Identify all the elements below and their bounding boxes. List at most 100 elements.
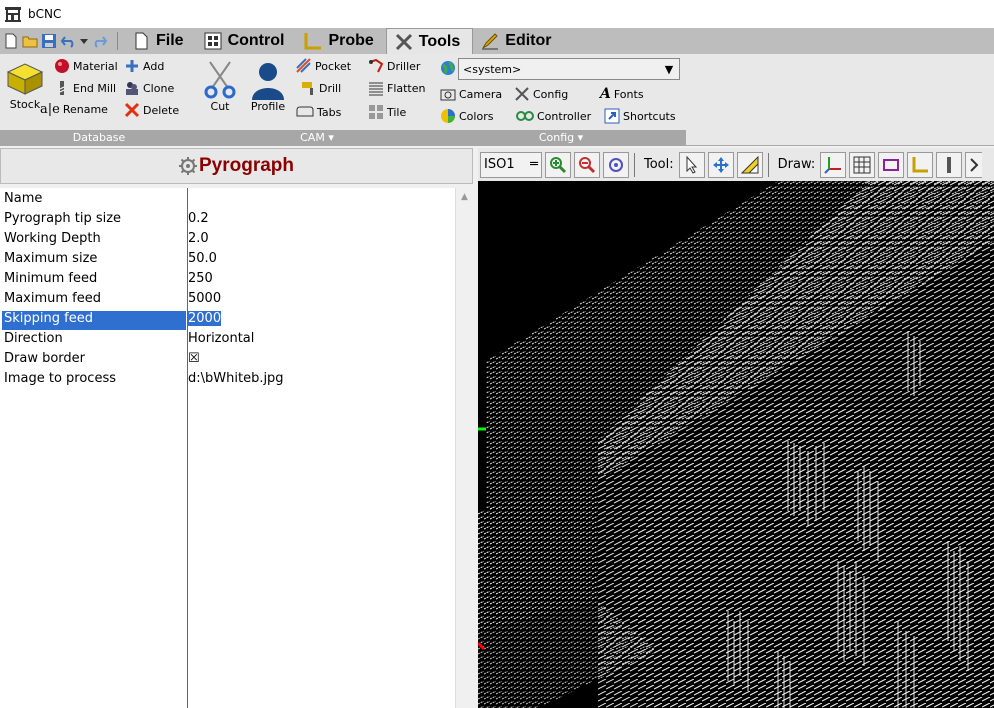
window-title: bCNC — [28, 7, 62, 21]
dropdown-arrow-icon: ▼ — [664, 62, 674, 76]
probe-icon — [304, 33, 322, 50]
select-tool-button[interactable] — [678, 151, 705, 178]
gcode-canvas[interactable] — [478, 181, 994, 708]
property-value[interactable] — [188, 191, 450, 210]
flatten-icon — [369, 82, 383, 96]
toolbar-separator — [767, 152, 769, 177]
clone-button[interactable]: Clone — [124, 80, 174, 96]
property-value[interactable]: d:\bWhiteb.jpg — [188, 371, 450, 390]
gear-icon — [178, 157, 197, 175]
tab-control[interactable]: Control — [196, 28, 297, 54]
workarea-toggle-button[interactable] — [936, 151, 963, 178]
fonts-button[interactable]: A Fonts — [600, 86, 644, 102]
add-button[interactable]: Add — [124, 58, 164, 74]
canvas-toolbar: ISO1 ═ Tool: Draw: — [478, 148, 994, 181]
shortcuts-icon — [604, 108, 620, 124]
drill-button[interactable]: Drill — [300, 80, 341, 96]
margins-toggle-button[interactable] — [878, 151, 905, 178]
property-value[interactable]: 250 — [188, 271, 450, 290]
property-row-minimum-feed[interactable]: Minimum feed 250 — [0, 270, 473, 290]
tab-editor[interactable]: Editor — [473, 28, 563, 54]
tool-label: Tool: — [644, 157, 674, 172]
clone-icon — [126, 82, 138, 95]
toolbar-separator — [117, 32, 118, 50]
control-icon — [204, 32, 222, 50]
property-value[interactable]: 0.2 — [188, 211, 450, 230]
config-group-label[interactable]: Config ▾ — [436, 130, 686, 146]
shortcuts-button[interactable]: Shortcuts — [604, 108, 676, 124]
open-folder-icon[interactable] — [22, 33, 38, 49]
zoom-fit-button[interactable] — [603, 151, 629, 178]
property-value[interactable]: 5000 — [188, 291, 450, 310]
cam-group-label[interactable]: CAM ▾ — [198, 130, 436, 146]
delete-icon — [124, 102, 140, 118]
material-button[interactable]: Material — [54, 58, 118, 74]
pocket-button[interactable]: Pocket — [296, 58, 351, 74]
properties-scrollbar[interactable]: ▲ — [455, 188, 473, 708]
system-select[interactable]: <system> ▼ — [458, 58, 680, 80]
property-row-draw-border[interactable]: Draw border ☒ — [0, 350, 473, 370]
title-bar: bCNC — [0, 0, 994, 28]
property-row-maximum-size[interactable]: Maximum size 50.0 — [0, 250, 473, 270]
delete-button[interactable]: Delete — [124, 102, 179, 118]
toolbar-separator — [634, 152, 635, 177]
property-row-name[interactable]: Name — [0, 190, 473, 210]
property-value[interactable]: Horizontal — [188, 331, 450, 350]
save-icon[interactable] — [41, 33, 57, 49]
tab-probe[interactable]: Probe — [296, 28, 385, 54]
ruler-tool-button[interactable] — [736, 151, 763, 178]
undo-icon[interactable] — [60, 33, 76, 49]
redo-icon[interactable] — [92, 33, 108, 49]
new-file-icon[interactable] — [3, 33, 19, 49]
controller-button[interactable]: Controller — [516, 108, 591, 124]
dropdown-arrow-icon[interactable] — [79, 33, 89, 49]
draw-label: Draw: — [777, 157, 816, 172]
tabs-button[interactable]: Tabs — [296, 104, 341, 120]
axes-toggle-button[interactable] — [820, 151, 847, 178]
flatten-button[interactable]: Flatten — [368, 80, 426, 96]
grid-toggle-button[interactable] — [849, 151, 876, 178]
cut-button[interactable]: Cut — [202, 60, 238, 113]
probe-toggle-button[interactable] — [907, 151, 934, 178]
scroll-up-icon[interactable]: ▲ — [456, 188, 473, 205]
controller-icon — [516, 111, 534, 121]
grid-icon — [853, 156, 871, 173]
rapid-toggle-button[interactable] — [965, 151, 983, 178]
property-row-working-depth[interactable]: Working Depth 2.0 — [0, 230, 473, 250]
driller-icon — [369, 58, 384, 73]
property-row-skipping-feed[interactable]: Skipping feed 2000 — [0, 310, 473, 330]
dropdown-line-icon: ═ — [530, 157, 538, 172]
rename-button[interactable]: a|e Rename — [40, 102, 108, 117]
tab-tools[interactable]: Tools — [385, 28, 474, 55]
tile-button[interactable]: Tile — [368, 104, 406, 120]
camera-button[interactable]: Camera — [440, 86, 502, 102]
property-value[interactable]: 2.0 — [188, 231, 450, 250]
zoom-in-button[interactable] — [545, 151, 571, 178]
driller-button[interactable]: Driller — [368, 58, 420, 74]
profile-button[interactable]: Profile — [248, 60, 288, 113]
rename-icon: a|e — [40, 102, 60, 117]
file-icon — [135, 32, 148, 50]
zoom-fit-icon — [609, 157, 623, 172]
draw-border-checkbox[interactable]: ☒ — [188, 351, 450, 370]
property-value[interactable]: 50.0 — [188, 251, 450, 270]
property-row-direction[interactable]: Direction Horizontal — [0, 330, 473, 350]
view-select[interactable]: ISO1 ═ — [480, 151, 542, 178]
pan-tool-button[interactable] — [707, 151, 734, 178]
property-value[interactable]: 2000 — [188, 311, 450, 330]
colors-button[interactable]: Colors — [440, 108, 493, 124]
camera-icon — [440, 89, 456, 101]
config-button[interactable]: Config — [514, 86, 568, 102]
zoom-out-button[interactable] — [574, 151, 600, 178]
property-row-image[interactable]: Image to process d:\bWhiteb.jpg — [0, 370, 473, 390]
add-icon — [126, 60, 138, 72]
property-row-tip-size[interactable]: Pyrograph tip size 0.2 — [0, 210, 473, 230]
cursor-icon — [686, 155, 697, 174]
ribbon: Stock Material End Mill a|e Rename Add C… — [0, 54, 994, 146]
axes-icon — [824, 156, 842, 174]
property-row-maximum-feed[interactable]: Maximum feed 5000 — [0, 290, 473, 310]
end-mill-button[interactable]: End Mill — [54, 80, 116, 96]
tab-file[interactable]: File — [124, 28, 196, 54]
colors-icon — [441, 109, 455, 123]
profile-icon — [252, 63, 284, 100]
